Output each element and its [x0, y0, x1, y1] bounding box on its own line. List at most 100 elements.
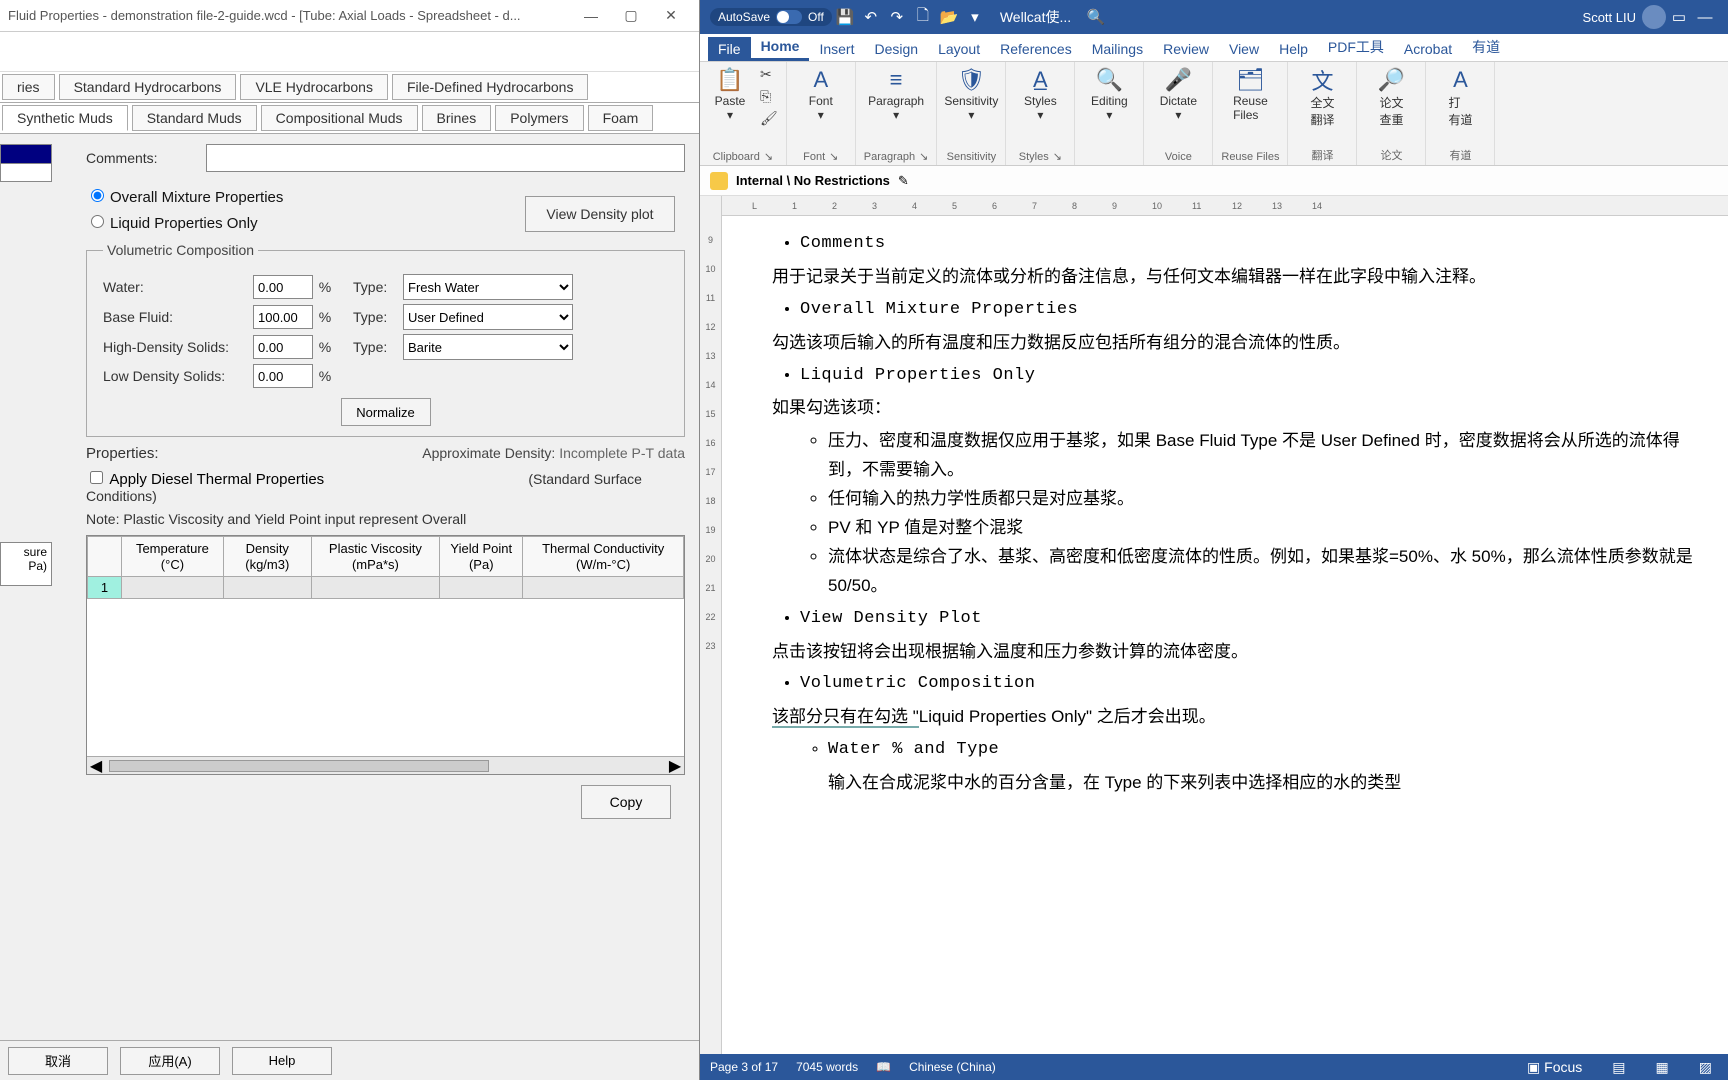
print-layout-icon[interactable]: ▦ — [1650, 1059, 1675, 1076]
grid-hscroll[interactable]: ◀ ▶ — [87, 756, 684, 774]
tab-polymers[interactable]: Polymers — [495, 105, 583, 131]
tab-ries[interactable]: ries — [2, 74, 55, 100]
dialog-launcher-icon[interactable]: ↘ — [764, 150, 773, 163]
status-language[interactable]: Chinese (China) — [909, 1060, 996, 1074]
reuse-button[interactable]: 🗂Reuse Files — [1224, 66, 1276, 122]
lds-value[interactable] — [253, 364, 313, 388]
minimize-button[interactable]: — — [571, 8, 611, 24]
search-icon[interactable]: 🔍 — [1083, 8, 1109, 26]
copy-button[interactable]: Copy — [581, 785, 671, 819]
document-page[interactable]: Comments 用于记录关于当前定义的流体或分析的备注信息，与任何文本编辑器一… — [722, 216, 1728, 1054]
scroll-thumb[interactable] — [109, 760, 489, 772]
cut-icon[interactable]: ✂ — [760, 66, 778, 83]
status-words[interactable]: 7045 words — [796, 1060, 858, 1074]
close-button[interactable]: ✕ — [651, 7, 691, 24]
tab-layout[interactable]: Layout — [928, 37, 990, 61]
scroll-left-icon[interactable]: ◀ — [87, 756, 105, 776]
radio-overall[interactable] — [91, 189, 104, 202]
tab-file-hc[interactable]: File-Defined Hydrocarbons — [392, 74, 589, 100]
font-button[interactable]: AFont▾ — [795, 66, 847, 122]
tab-compositional-muds[interactable]: Compositional Muds — [261, 105, 418, 131]
nav-selected[interactable] — [0, 144, 52, 164]
translate-button[interactable]: 文全文 翻译 — [1296, 66, 1348, 128]
hds-value[interactable] — [253, 335, 313, 359]
qat-more-icon[interactable]: ▾ — [962, 8, 988, 26]
tab-pdftools[interactable]: PDF工具 — [1318, 33, 1394, 61]
sensitivity-button[interactable]: 🛡Sensitivity▾ — [945, 66, 997, 122]
tab-design[interactable]: Design — [864, 37, 928, 61]
view-density-button[interactable]: View Density plot — [525, 196, 675, 232]
cell-pv[interactable] — [311, 577, 439, 599]
tab-file[interactable]: File — [708, 37, 751, 61]
apply-button[interactable]: 应用(A) — [120, 1047, 220, 1075]
toggle-switch-icon[interactable] — [776, 10, 802, 24]
focus-button[interactable]: ▣ Focus — [1521, 1059, 1588, 1076]
vertical-ruler[interactable]: 91011121314151617181920212223 — [700, 196, 722, 1054]
paste-button[interactable]: 📋Paste▾ — [708, 66, 752, 122]
cell-density[interactable] — [223, 577, 311, 599]
copy-icon[interactable]: ⎘ — [760, 88, 778, 105]
table-row[interactable]: 1 — [88, 577, 684, 599]
properties-grid[interactable]: Temperature (°C) Density (kg/m3) Plastic… — [86, 535, 685, 775]
cancel-button[interactable]: 取消 — [8, 1047, 108, 1075]
cell-yp[interactable] — [440, 577, 523, 599]
basefluid-type-select[interactable]: User Defined — [403, 304, 573, 330]
save-icon[interactable]: 💾 — [832, 8, 858, 26]
hds-type-select[interactable]: Barite — [403, 334, 573, 360]
newdoc-icon[interactable]: 🗋 — [910, 5, 936, 30]
tab-standard-hc[interactable]: Standard Hydrocarbons — [59, 74, 237, 100]
tab-youdao[interactable]: 有道 — [1462, 33, 1510, 61]
water-type-select[interactable]: Fresh Water — [403, 274, 573, 300]
ribbon-display-icon[interactable]: ▭ — [1666, 8, 1692, 26]
tab-mailings[interactable]: Mailings — [1082, 37, 1153, 61]
youdao-button[interactable]: A打 有道 — [1434, 66, 1486, 128]
open-icon[interactable]: 📂 — [936, 8, 962, 26]
spellcheck-icon[interactable]: 📖 — [876, 1060, 891, 1074]
scroll-right-icon[interactable]: ▶ — [666, 756, 684, 776]
tab-view[interactable]: View — [1219, 37, 1269, 61]
autosave-toggle[interactable]: AutoSave Off — [710, 8, 832, 26]
comments-input[interactable] — [206, 144, 685, 172]
cell-tc[interactable] — [523, 577, 684, 599]
paragraph-button[interactable]: ≡Paragraph▾ — [870, 66, 922, 122]
tab-standard-muds[interactable]: Standard Muds — [132, 105, 257, 131]
redo-icon[interactable]: ↷ — [884, 8, 910, 26]
tab-review[interactable]: Review — [1153, 37, 1219, 61]
styles-button[interactable]: A̲Styles▾ — [1014, 66, 1066, 122]
pencil-icon[interactable]: ✎ — [898, 173, 909, 189]
diesel-checkbox[interactable] — [90, 471, 103, 484]
radio-liquid[interactable] — [91, 215, 104, 228]
editing-button[interactable]: 🔍Editing▾ — [1083, 66, 1135, 122]
dialog-launcher-icon[interactable]: ↘ — [919, 150, 928, 163]
basefluid-label: Base Fluid: — [103, 309, 253, 325]
basefluid-value[interactable] — [253, 305, 313, 329]
help-button[interactable]: Help — [232, 1047, 332, 1075]
normalize-button[interactable]: Normalize — [341, 398, 431, 426]
minimize-icon[interactable]: — — [1692, 9, 1718, 26]
undo-icon[interactable]: ↶ — [858, 8, 884, 26]
tab-synthetic-muds[interactable]: Synthetic Muds — [2, 105, 128, 131]
read-mode-icon[interactable]: ▤ — [1606, 1059, 1631, 1076]
user-account[interactable]: Scott LIU — [1583, 5, 1666, 29]
tab-help[interactable]: Help — [1269, 37, 1318, 61]
status-page[interactable]: Page 3 of 17 — [710, 1060, 778, 1074]
tab-foam[interactable]: Foam — [588, 105, 654, 131]
tab-brines[interactable]: Brines — [422, 105, 492, 131]
tab-home[interactable]: Home — [751, 34, 810, 61]
nav-empty[interactable] — [0, 164, 52, 182]
tab-vle-hc[interactable]: VLE Hydrocarbons — [240, 74, 388, 100]
web-layout-icon[interactable]: ▨ — [1693, 1059, 1718, 1076]
dialog-launcher-icon[interactable]: ↘ — [829, 150, 838, 163]
tab-insert[interactable]: Insert — [809, 37, 864, 61]
dictate-button[interactable]: 🎤Dictate▾ — [1152, 66, 1204, 122]
tab-acrobat[interactable]: Acrobat — [1394, 37, 1462, 61]
format-painter-icon[interactable]: 🖌 — [760, 110, 778, 127]
cell-temperature[interactable] — [122, 577, 224, 599]
dialog-launcher-icon[interactable]: ↘ — [1053, 150, 1062, 163]
maximize-button[interactable]: ▢ — [611, 7, 651, 24]
document-title: Wellcat使... — [1000, 7, 1071, 27]
tab-references[interactable]: References — [990, 37, 1082, 61]
horizontal-ruler[interactable]: L1234567891011121314 — [722, 196, 1728, 216]
check-button[interactable]: 🔎论文 查重 — [1365, 66, 1417, 128]
water-value[interactable] — [253, 275, 313, 299]
